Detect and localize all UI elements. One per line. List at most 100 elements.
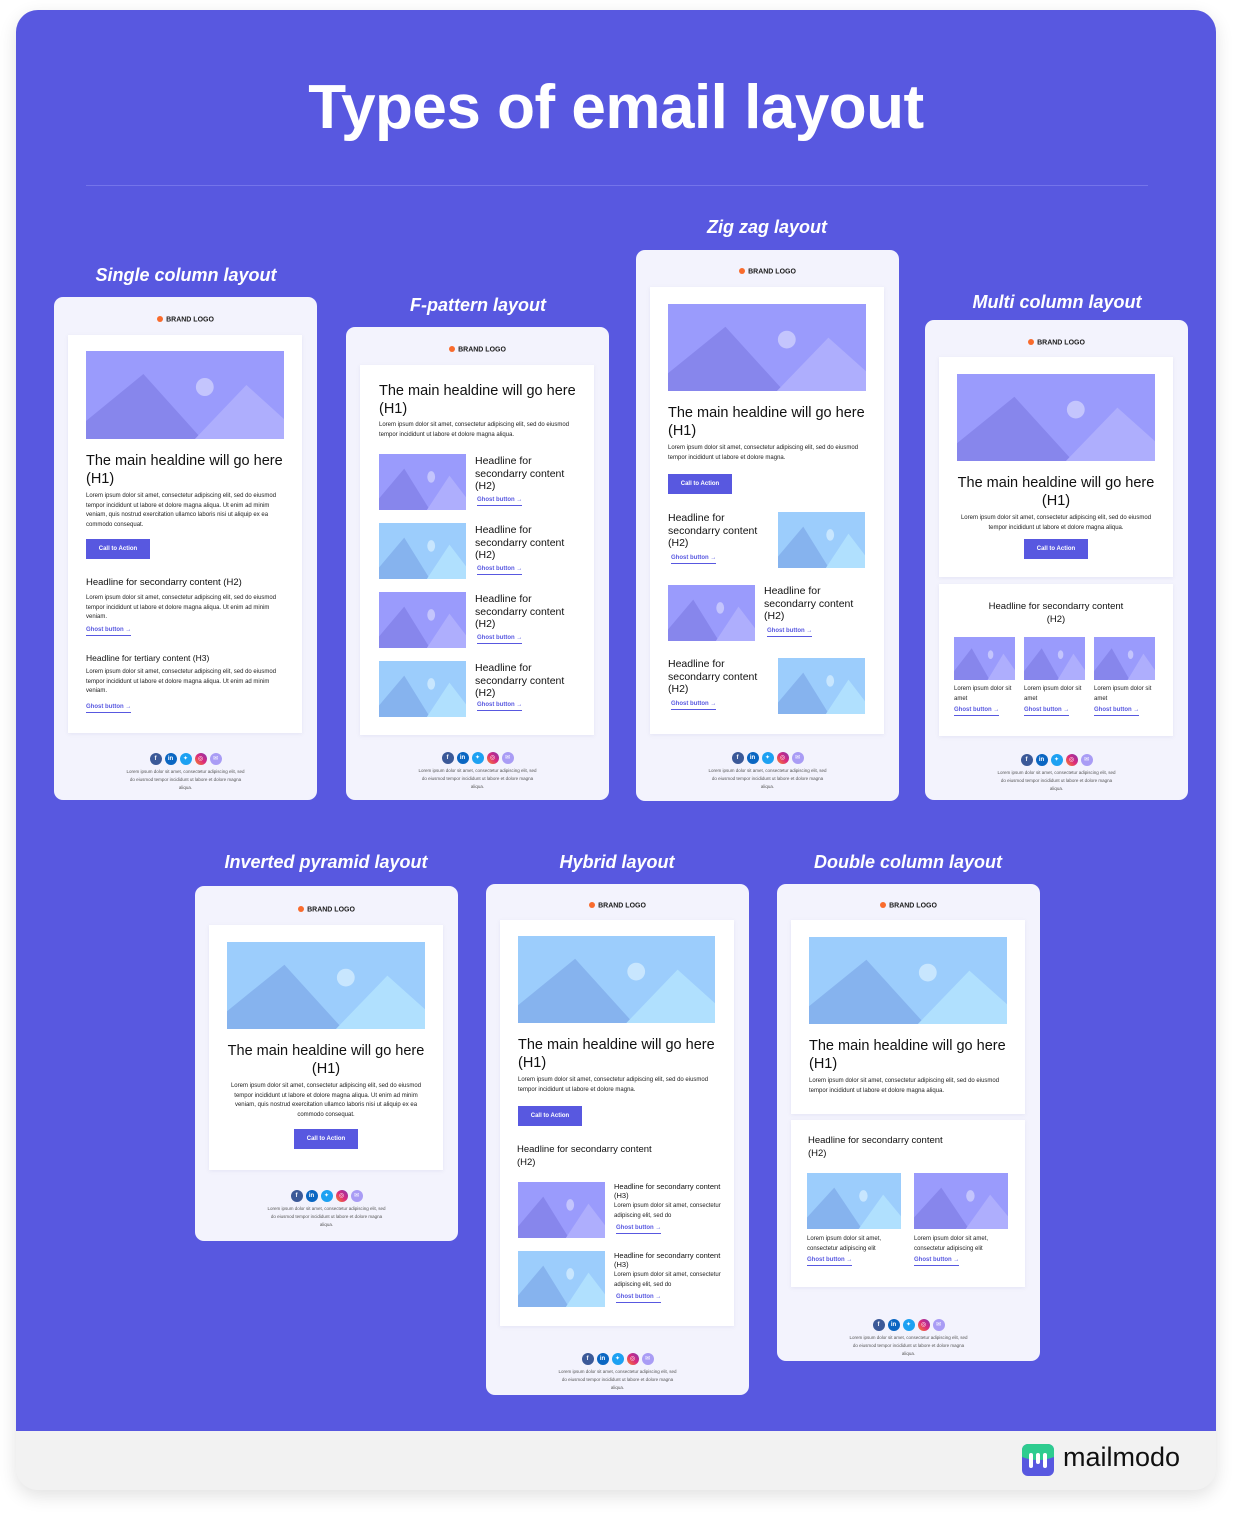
title-divider: [86, 185, 1148, 186]
twitter-icon[interactable]: ✦: [471, 752, 484, 764]
body-text: Lorem ipsum dolor sit amet, consectetur …: [86, 493, 277, 528]
email-icon[interactable]: ✉: [641, 1353, 654, 1365]
mountain-image-icon: [954, 637, 1015, 680]
mountain-image-icon: [809, 937, 1007, 1024]
mountain-image-icon: [379, 661, 466, 717]
linkedin-icon[interactable]: in: [887, 1319, 900, 1331]
layout-title-pyramid: Inverted pyramid layout: [224, 852, 428, 872]
image-placeholder: [914, 1173, 1008, 1229]
ghost-button[interactable]: Ghost button →: [616, 1225, 662, 1234]
facebook-icon[interactable]: f: [290, 1190, 303, 1202]
brand-logo: BRAND LOGO: [486, 902, 749, 910]
body-text: Lorem ipsum dolor sit amet, consectetur …: [614, 1272, 721, 1288]
headline-h2: Headline for secondarry content (H2): [668, 512, 758, 549]
headline-h1: The main healdine will go here (H1): [957, 475, 1155, 509]
facebook-icon[interactable]: f: [581, 1353, 594, 1365]
social-icons: f in ✦ ◎ ✉: [195, 1190, 458, 1202]
headline-h2: Headline for secondarry content (H2): [475, 662, 565, 699]
main-panel: Types of email layout Single column layo…: [16, 10, 1216, 1431]
email-icon[interactable]: ✉: [1080, 754, 1093, 766]
headline-h2: Headline for secondarry content (H2): [517, 1144, 652, 1168]
facebook-icon[interactable]: f: [872, 1319, 885, 1331]
ghost-button[interactable]: Ghost button →: [477, 702, 523, 711]
ghost-button[interactable]: Ghost button →: [1024, 707, 1070, 716]
body-text: Lorem ipsum dolor sit amet, consectetur …: [960, 515, 1152, 531]
email-icon[interactable]: ✉: [501, 752, 514, 764]
instagram-icon[interactable]: ◎: [776, 752, 789, 764]
body-text: Lorem ipsum dolor sit amet, consectetur …: [614, 1203, 721, 1219]
instagram-icon[interactable]: ◎: [486, 752, 499, 764]
instagram-icon[interactable]: ◎: [194, 753, 207, 765]
ghost-button[interactable]: Ghost button →: [477, 635, 523, 644]
image-placeholder: [518, 1251, 605, 1307]
headline-h2: Headline for secondarry content (H2): [668, 658, 758, 695]
instagram-icon[interactable]: ◎: [335, 1190, 348, 1202]
ghost-button[interactable]: Ghost button →: [807, 1257, 853, 1266]
ghost-button[interactable]: Ghost button →: [86, 627, 132, 636]
email-icon[interactable]: ✉: [791, 752, 804, 764]
cta-button[interactable]: Call to Action: [518, 1106, 582, 1126]
twitter-icon[interactable]: ✦: [761, 752, 774, 764]
body-text: Lorem ipsum dolor sit amet, consectetur …: [518, 1077, 709, 1093]
ghost-button[interactable]: Ghost button →: [616, 1294, 662, 1303]
cta-button[interactable]: Call to Action: [1024, 539, 1088, 559]
cta-button[interactable]: Call to Action: [668, 474, 732, 494]
facebook-icon[interactable]: f: [1020, 754, 1033, 766]
ghost-button[interactable]: Ghost button →: [86, 704, 132, 713]
layout-title-single: Single column layout: [95, 265, 277, 285]
linkedin-icon[interactable]: in: [1035, 754, 1048, 766]
email-icon[interactable]: ✉: [209, 753, 222, 765]
ghost-button[interactable]: Ghost button →: [477, 566, 523, 575]
layout-title-double: Double column layout: [813, 852, 1002, 872]
linkedin-icon[interactable]: in: [746, 752, 759, 764]
twitter-icon[interactable]: ✦: [1050, 754, 1063, 766]
layout-title-zigzag: Zig zag layout: [706, 217, 827, 237]
facebook-icon[interactable]: f: [149, 753, 162, 765]
ghost-button[interactable]: Ghost button →: [954, 707, 1000, 716]
brand-logo: BRAND LOGO: [777, 902, 1040, 910]
instagram-icon[interactable]: ◎: [917, 1319, 930, 1331]
image-placeholder: [379, 523, 466, 579]
cta-button[interactable]: Call to Action: [294, 1129, 358, 1149]
mountain-image-icon: [914, 1173, 1008, 1229]
hero-image-placeholder: [227, 942, 425, 1029]
headline-h1: The main healdine will go here (H1): [809, 1038, 1006, 1072]
linkedin-icon[interactable]: in: [596, 1353, 609, 1365]
instagram-icon[interactable]: ◎: [626, 1353, 639, 1365]
headline-h3: Headline for tertiary content (H3): [86, 653, 210, 663]
linkedin-icon[interactable]: in: [305, 1190, 318, 1202]
twitter-icon[interactable]: ✦: [179, 753, 192, 765]
email-body-columns: Headline for secondarry content (H2) Lor…: [939, 584, 1173, 736]
headline-h1: The main healdine will go here (H1): [668, 405, 865, 439]
ghost-button[interactable]: Ghost button →: [477, 497, 523, 506]
ghost-button[interactable]: Ghost button →: [1094, 707, 1140, 716]
image-placeholder: [379, 592, 466, 648]
ghost-button[interactable]: Ghost button →: [767, 628, 813, 637]
image-placeholder: [1024, 637, 1085, 680]
ghost-button[interactable]: Ghost button →: [914, 1257, 960, 1266]
ghost-button[interactable]: Ghost button →: [671, 555, 717, 564]
twitter-icon[interactable]: ✦: [611, 1353, 624, 1365]
linkedin-icon[interactable]: in: [164, 753, 177, 765]
brand-logo: BRAND LOGO: [346, 346, 609, 354]
footer-text: Lorem ipsum dolor sit amet, consectetur …: [558, 1369, 677, 1390]
brand-logo: BRAND LOGO: [925, 339, 1188, 347]
mountain-image-icon: [778, 658, 865, 714]
social-icons: f in ✦ ◎ ✉: [486, 1353, 749, 1365]
email-icon[interactable]: ✉: [932, 1319, 945, 1331]
instagram-icon[interactable]: ◎: [1065, 754, 1078, 766]
email-icon[interactable]: ✉: [350, 1190, 363, 1202]
social-icons: f in ✦ ◎ ✉: [636, 752, 899, 764]
footer-text: Lorem ipsum dolor sit amet, consectetur …: [418, 768, 537, 789]
twitter-icon[interactable]: ✦: [320, 1190, 333, 1202]
brand-logo: BRAND LOGO: [195, 906, 458, 914]
ghost-button[interactable]: Ghost button →: [671, 701, 717, 710]
facebook-icon[interactable]: f: [441, 752, 454, 764]
cta-button[interactable]: Call to Action: [86, 539, 150, 559]
twitter-icon[interactable]: ✦: [902, 1319, 915, 1331]
mountain-image-icon: [807, 1173, 901, 1229]
social-icons: f in ✦ ◎ ✉: [777, 1319, 1040, 1331]
brand-dot-icon: [157, 316, 164, 322]
linkedin-icon[interactable]: in: [456, 752, 469, 764]
facebook-icon[interactable]: f: [731, 752, 744, 764]
